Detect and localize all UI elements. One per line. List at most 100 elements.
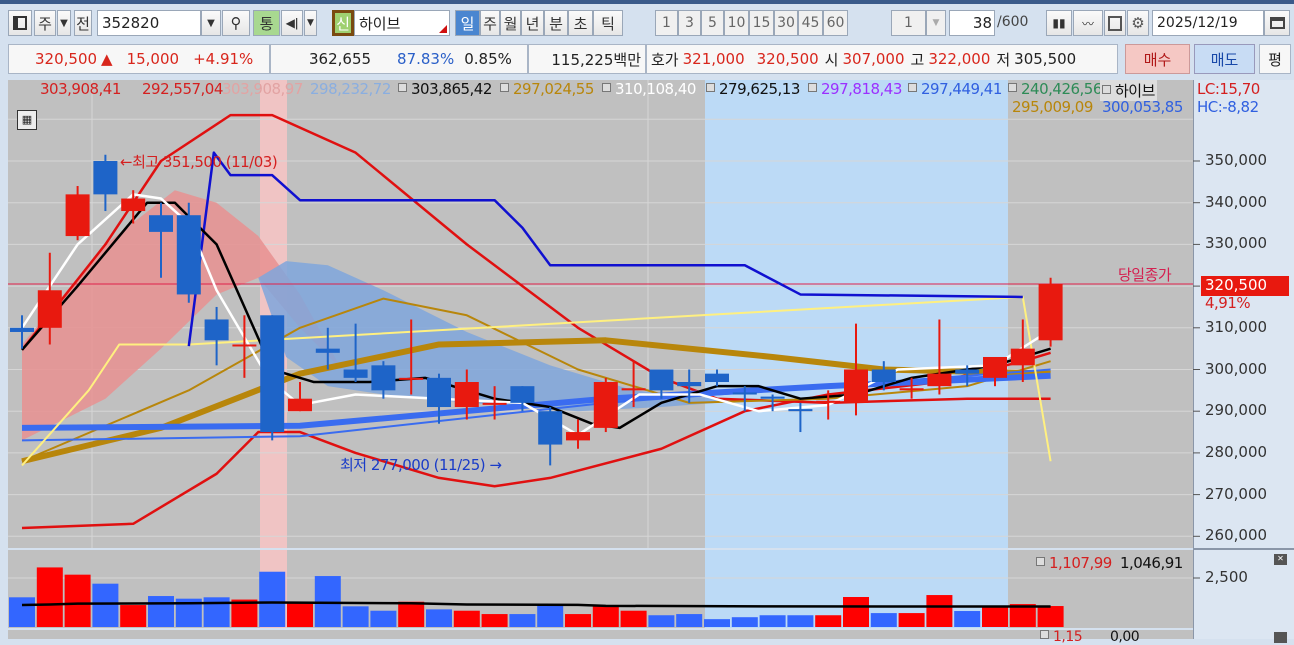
volume-bar	[1037, 606, 1064, 627]
candle-body	[510, 386, 535, 403]
indicator-legend-13: 300,053,85	[1102, 98, 1183, 116]
volume-bar	[926, 595, 953, 627]
sub-indicator-value-2: 0,00	[1110, 629, 1140, 645]
volume-bar	[592, 606, 619, 627]
candle-body	[427, 377, 451, 408]
candle-body	[955, 369, 980, 374]
candle-body	[343, 369, 368, 378]
candle-body	[1038, 284, 1063, 341]
candle-body	[288, 398, 312, 412]
candle-body	[1010, 348, 1035, 366]
lc-value: LC:15,70	[1197, 80, 1260, 98]
indicator-legend-0: 303,908,41	[40, 80, 121, 98]
volume-bar	[148, 596, 174, 627]
volume-bar	[870, 613, 897, 627]
y-tick-label: 270,000	[1205, 484, 1268, 503]
candle-body	[10, 327, 34, 332]
volume-bar	[481, 614, 508, 627]
y-tick-label: 280,000	[1205, 442, 1268, 461]
indicator-legend-1: 292,557,04	[142, 80, 223, 98]
volume-bar	[287, 601, 313, 627]
volume-bar	[843, 597, 869, 627]
candle-body	[371, 365, 396, 391]
indicator-legend-3: 298,232,72	[310, 80, 391, 98]
chart-grid-toggle-button[interactable]: ▦	[17, 110, 37, 130]
volume-legend-value: 1,107,99	[1036, 554, 1112, 572]
volume-bar	[898, 613, 925, 627]
volume-bar	[787, 615, 814, 627]
y-tick-label: 350,000	[1205, 151, 1268, 169]
pane-maximize-button-2[interactable]	[1274, 632, 1287, 643]
volume-bar	[565, 614, 591, 627]
candle-body	[983, 356, 1007, 378]
indicator-legend-12: 295,009,09	[1012, 98, 1093, 116]
candle-body	[65, 194, 90, 237]
candle-body	[149, 215, 173, 232]
low-annotation: 최저 277,000 (11/25) →	[340, 456, 502, 474]
volume-bar	[453, 610, 480, 627]
volume-bar	[370, 610, 397, 627]
candle-body	[176, 215, 201, 295]
volume-bar	[120, 605, 147, 627]
candle-body	[315, 348, 340, 353]
volume-bar	[398, 601, 425, 627]
volume-bar	[704, 619, 730, 627]
candle-body	[37, 290, 62, 328]
volume-bar	[92, 583, 119, 627]
range-highlight	[705, 80, 1008, 548]
candle-body	[732, 392, 757, 395]
candle-body	[93, 161, 118, 195]
volume-bar	[36, 567, 63, 627]
hc-value: HC:-8,82	[1197, 98, 1259, 116]
y-tick-label: 310,000	[1205, 317, 1268, 336]
indicator-legend-10: 240,426,56	[1008, 80, 1102, 98]
volume-bar	[759, 615, 786, 627]
candle-body	[204, 319, 229, 341]
candle-body	[844, 369, 868, 403]
candle-body	[232, 344, 257, 347]
candle-body	[705, 373, 729, 383]
close-price-tag: 320,500	[1201, 276, 1289, 296]
volume-bar	[982, 607, 1008, 627]
volume-bar	[620, 610, 647, 627]
volume-bar	[731, 617, 758, 627]
indicator-legend-8: 297,818,43	[808, 80, 902, 98]
volume-bar	[676, 614, 703, 627]
candle-body	[760, 396, 785, 399]
volume-bar	[954, 611, 981, 627]
candle-body	[927, 373, 952, 387]
volume-bar	[9, 597, 35, 627]
candle-body	[538, 411, 563, 445]
volume-bar	[259, 571, 286, 627]
candle-body	[260, 315, 285, 433]
candle-body	[788, 409, 813, 412]
y-tick-label: 290,000	[1205, 401, 1268, 420]
indicator-legend-6: 310,108,40	[602, 80, 696, 98]
candle-body	[899, 388, 924, 391]
candle-body	[482, 402, 507, 405]
volume-bar	[648, 615, 675, 627]
candle-body	[593, 382, 618, 428]
y-tick-label: 340,000	[1205, 192, 1268, 211]
candle-body	[677, 382, 702, 387]
y-tick-label: 260,000	[1205, 526, 1268, 545]
close-change-pct: 4,91%	[1205, 294, 1251, 312]
volume-ma-legend-value: 1,046,91	[1120, 554, 1183, 572]
expand-icon: ✕	[1277, 554, 1284, 563]
candle-body	[621, 388, 646, 391]
pane-maximize-button[interactable]: ✕	[1274, 554, 1287, 565]
candle-body	[399, 377, 424, 380]
candle-body	[649, 369, 674, 391]
volume-bar	[815, 615, 842, 627]
volume-bar	[64, 574, 91, 627]
volume-bar	[426, 609, 452, 627]
y-tick-label: 330,000	[1205, 234, 1268, 253]
indicator-legend-7: 279,625,13	[706, 80, 800, 98]
candle-body	[566, 432, 590, 441]
high-annotation: ←최고 351,500 (11/03)	[120, 153, 278, 171]
close-line-label: 당일종가	[1118, 266, 1172, 284]
indicator-legend-4: 303,865,42	[398, 80, 492, 98]
indicator-legend-5: 297,024,55	[500, 80, 594, 98]
candle-body	[121, 198, 146, 212]
volume-bar	[537, 605, 564, 627]
